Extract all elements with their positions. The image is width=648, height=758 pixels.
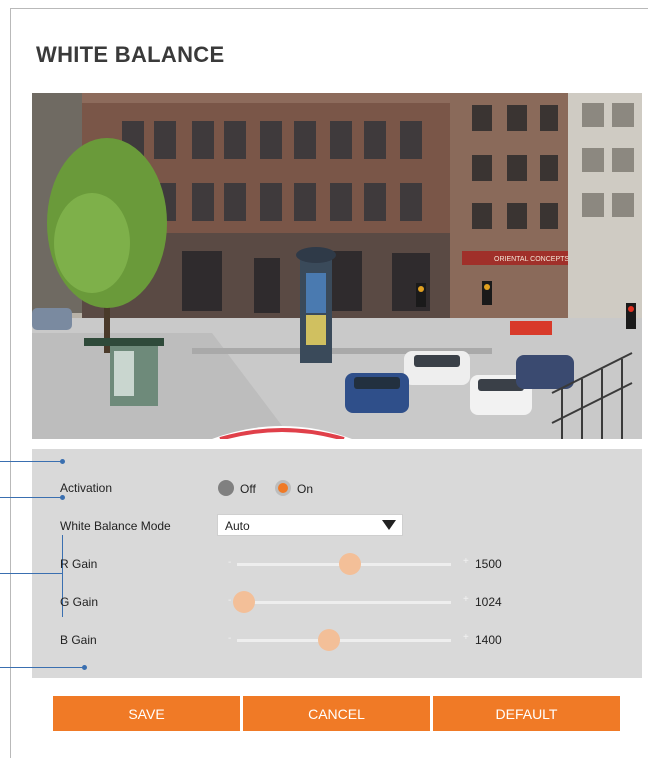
g-gain-label: G Gain (60, 595, 99, 609)
r-gain-label: R Gain (60, 557, 98, 571)
activation-label: Activation (60, 481, 113, 495)
storefront-sign-text: ORIENTAL CONCEPTS (494, 256, 569, 263)
r-gain-plus-icon[interactable]: + (463, 556, 469, 567)
g-gain-value: 1024 (475, 595, 502, 609)
frame-border-left (10, 8, 11, 758)
white-balance-mode-value: Auto (225, 519, 250, 533)
b-gain-track[interactable] (237, 639, 451, 642)
default-button[interactable]: DEFAULT (433, 696, 620, 731)
g-gain-thumb[interactable] (233, 591, 255, 613)
save-button[interactable]: SAVE (53, 696, 240, 731)
activation-off-label: Off (240, 482, 256, 496)
callout-line-panel-bottom (0, 667, 84, 668)
street-scene-image: ORIENTAL CONCEPTS (32, 93, 642, 439)
callout-dot-panel-top (60, 459, 65, 464)
white-balance-mode-select[interactable]: Auto (217, 514, 403, 536)
callout-dot-panel-bottom (82, 665, 87, 670)
camera-live-view: ORIENTAL CONCEPTS (32, 93, 642, 439)
callout-line-gain (0, 573, 62, 574)
page-title: WHITE BALANCE (36, 42, 225, 67)
g-gain-minus-icon[interactable]: - (228, 595, 231, 606)
callout-line-activation (0, 497, 62, 498)
b-gain-label: B Gain (60, 633, 97, 647)
b-gain-thumb[interactable] (318, 629, 340, 651)
callout-dot-activation (60, 495, 65, 500)
frame-border-top (10, 8, 648, 9)
callout-line-panel-top (0, 461, 62, 462)
r-gain-thumb[interactable] (339, 553, 361, 575)
b-gain-plus-icon[interactable]: + (463, 632, 469, 643)
dropdown-caret-icon (382, 520, 396, 530)
activation-on-label: On (297, 482, 314, 496)
r-gain-minus-icon[interactable]: - (228, 557, 231, 568)
g-gain-plus-icon[interactable]: + (463, 594, 469, 605)
cancel-button[interactable]: CANCEL (243, 696, 430, 731)
white-balance-page: WHITE BALANCE ORIENTAL CONCEPTS Activati… (0, 0, 648, 758)
activation-on-radio[interactable] (275, 480, 291, 496)
b-gain-minus-icon[interactable]: - (228, 633, 231, 644)
activation-off-radio[interactable] (218, 480, 234, 496)
r-gain-value: 1500 (475, 557, 502, 571)
white-balance-mode-label: White Balance Mode (60, 519, 171, 533)
b-gain-value: 1400 (475, 633, 502, 647)
g-gain-track[interactable] (237, 601, 451, 604)
